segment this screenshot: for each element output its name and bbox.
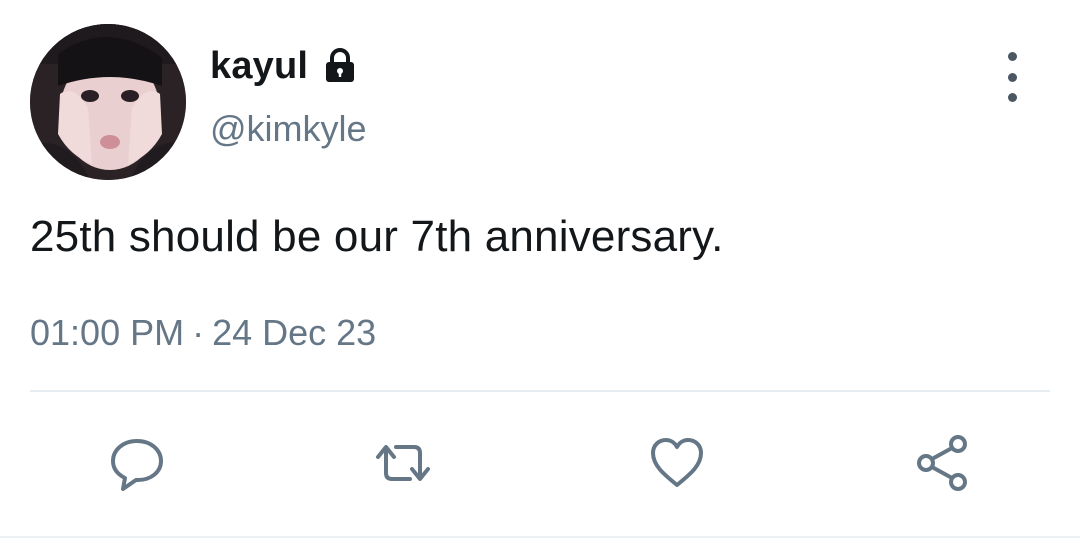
- tweet-date: 24 Dec 23: [212, 312, 377, 353]
- more-vertical-icon-dot: [1007, 93, 1017, 102]
- heart-icon: [647, 433, 707, 493]
- share-icon: [912, 432, 974, 494]
- tweet-text: 25th should be our 7th anniversary.: [30, 212, 724, 261]
- retweet-icon: [370, 433, 436, 493]
- timestamp-separator: ·: [192, 312, 205, 353]
- tweet-header: kayul @kimkyle: [30, 24, 1050, 180]
- reply-button[interactable]: [102, 428, 172, 498]
- more-vertical-icon-dot: [1007, 72, 1017, 82]
- bottom-divider: [0, 536, 1080, 538]
- share-button[interactable]: [908, 428, 978, 498]
- action-bar: [0, 428, 1080, 498]
- tweet-time: 01:00 PM: [30, 312, 185, 353]
- tweet-card: kayul @kimkyle 25th should be our 7th an…: [0, 0, 1080, 555]
- display-name[interactable]: kayul: [210, 45, 308, 88]
- more-options-button[interactable]: [992, 52, 1032, 102]
- lock-icon: [320, 46, 360, 86]
- user-identity: kayul @kimkyle: [210, 42, 367, 150]
- divider: [30, 390, 1050, 392]
- avatar[interactable]: [30, 24, 186, 180]
- reply-icon: [107, 433, 167, 493]
- user-handle[interactable]: @kimkyle: [210, 108, 367, 150]
- name-row: kayul: [210, 42, 367, 90]
- tweet-timestamp[interactable]: 01:00 PM · 24 Dec 23: [30, 312, 376, 354]
- more-vertical-icon: [1007, 52, 1017, 61]
- retweet-button[interactable]: [368, 428, 438, 498]
- like-button[interactable]: [642, 428, 712, 498]
